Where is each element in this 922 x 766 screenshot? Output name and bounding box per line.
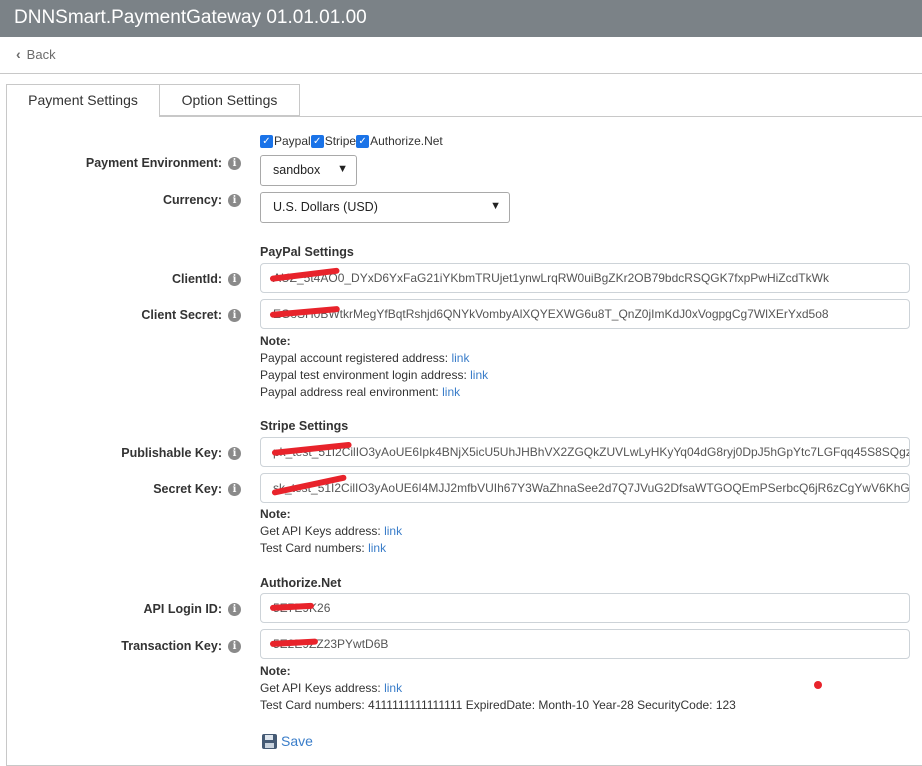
info-icon[interactable]: i [228, 640, 241, 653]
authorize-api-keys-link[interactable]: link [384, 681, 402, 695]
red-dot-mark [814, 681, 822, 689]
payment-environment-select[interactable]: sandbox ▼ [260, 155, 357, 186]
info-icon[interactable]: i [228, 194, 241, 207]
note-title: Note: [260, 664, 291, 678]
authorize-note: Note: Get API Keys address: link Test Ca… [260, 663, 736, 714]
currency-label: Currency: [162, 193, 222, 207]
note-text: Get API Keys address: [260, 681, 381, 695]
transaction-key-label: Transaction Key: [121, 639, 222, 653]
info-icon[interactable]: i [228, 603, 241, 616]
secret-key-input[interactable]: sk_test_51I2CilIO3yAoUE6I4MJJ2mfbVUIh67Y… [260, 473, 910, 503]
note-text: Paypal account registered address: [260, 351, 449, 365]
client-id-label: ClientId: [172, 272, 222, 286]
stripe-settings-heading: Stripe Settings [260, 419, 349, 433]
gateway-checkboxes: ✓ Paypal ✓ Stripe ✓ Authorize.Net [260, 134, 443, 148]
info-icon[interactable]: i [228, 273, 241, 286]
info-icon[interactable]: i [228, 483, 241, 496]
note-title: Note: [260, 507, 291, 521]
stripe-api-keys-link[interactable]: link [384, 524, 402, 538]
note-text: Test Card numbers: [260, 541, 365, 555]
info-icon[interactable]: i [228, 157, 241, 170]
note-text: Get API Keys address: [260, 524, 381, 538]
note-text: Paypal test environment login address: [260, 368, 467, 382]
app-title: DNNSmart.PaymentGateway 01.01.01.00 [14, 7, 367, 28]
info-icon[interactable]: i [228, 447, 241, 460]
toolbar: ‹ Back [0, 37, 922, 74]
tab-option-settings[interactable]: Option Settings [160, 84, 300, 116]
back-label: Back [26, 46, 56, 62]
stripe-checkbox-label: Stripe [324, 134, 357, 148]
publishable-key-input[interactable]: pk_test_51I2CilIO3yAoUE6Ipk4BNjX5icU5UhJ… [260, 437, 910, 467]
authorize-net-heading: Authorize.Net [260, 576, 342, 590]
back-button[interactable]: ‹ Back [16, 46, 56, 62]
test-card-numbers-text: Test Card numbers: 4111111111111111 Expi… [260, 698, 736, 712]
client-secret-label: Client Secret: [141, 308, 222, 322]
paypal-settings-heading: PayPal Settings [260, 245, 354, 259]
paypal-test-login-link[interactable]: link [470, 368, 488, 382]
secret-key-label: Secret Key: [153, 482, 222, 496]
payment-environment-value: sandbox [273, 163, 321, 177]
paypal-checkbox-label: Paypal [274, 134, 311, 148]
publishable-key-label: Publishable Key: [121, 446, 222, 460]
note-text: Paypal address real environment: [260, 385, 439, 399]
stripe-note: Note: Get API Keys address: link Test Ca… [260, 506, 402, 557]
stripe-checkbox[interactable]: ✓ [310, 134, 324, 148]
paypal-checkbox[interactable]: ✓ [260, 134, 273, 148]
paypal-note: Note: Paypal account registered address:… [260, 333, 488, 401]
currency-value: U.S. Dollars (USD) [273, 200, 378, 214]
stripe-test-cards-link[interactable]: link [368, 541, 386, 555]
payment-environment-label: Payment Environment: [85, 156, 222, 170]
transaction-key-input[interactable]: 5E2E9ZZ23PYwtD6B [260, 629, 910, 659]
client-secret-input[interactable]: EGoSH0BWtkrMegYfBqtRshjd6QNYkVombyAlXQYE… [260, 299, 910, 329]
floppy-disk-icon [262, 733, 277, 749]
authorize-net-checkbox[interactable]: ✓ [356, 134, 370, 148]
save-label: Save [281, 733, 313, 749]
client-id-input[interactable]: AUZ_5t4AO0_DYxD6YxFaG21iYKbmTRUjet1ynwLr… [260, 263, 910, 293]
title-bar: DNNSmart.PaymentGateway 01.01.01.00 [0, 0, 922, 37]
chevron-down-icon: ▼ [490, 200, 501, 212]
paypal-real-env-link[interactable]: link [442, 385, 460, 399]
info-icon[interactable]: i [228, 309, 241, 322]
chevron-left-icon: ‹ [16, 46, 21, 62]
api-login-id-input[interactable]: 5E7E9K26 [260, 593, 910, 623]
currency-select[interactable]: U.S. Dollars (USD) ▼ [260, 192, 510, 223]
chevron-down-icon: ▼ [337, 163, 348, 175]
tab-payment-settings[interactable]: Payment Settings [6, 84, 160, 117]
note-title: Note: [260, 334, 291, 348]
paypal-registered-link[interactable]: link [451, 351, 469, 365]
save-button[interactable]: Save [262, 733, 313, 749]
api-login-id-label: API Login ID: [143, 602, 222, 616]
authorize-net-checkbox-label: Authorize.Net [370, 134, 443, 148]
